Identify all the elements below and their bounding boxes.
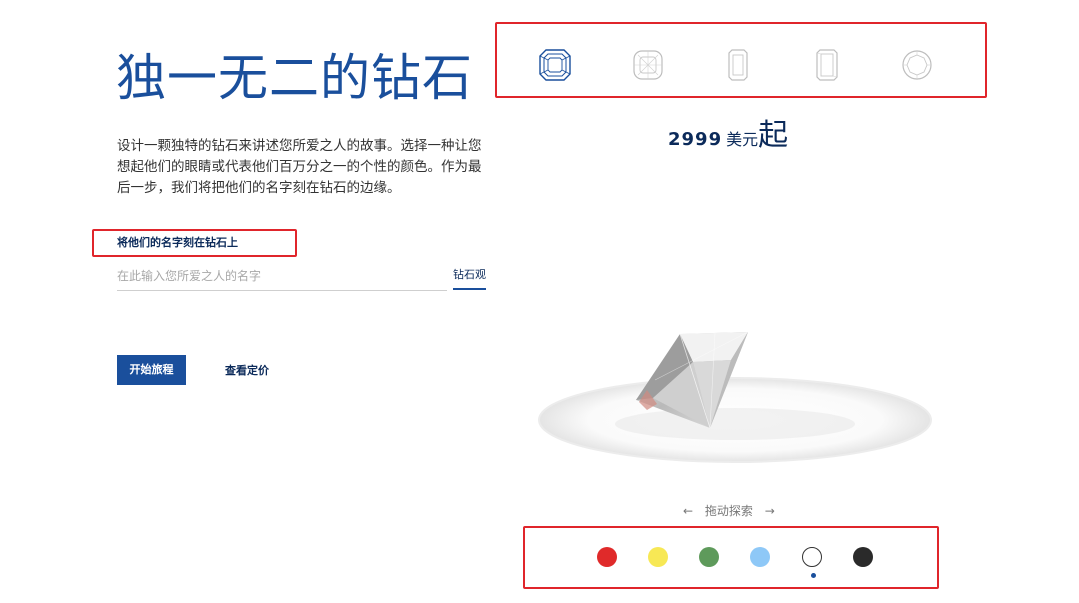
color-swatch-green[interactable] [699,547,719,567]
page-title: 独一无二的钻石 [116,49,473,107]
asscher-cut-icon[interactable] [538,48,572,82]
round-cut-icon[interactable] [900,48,934,82]
radiant-cut-icon[interactable] [810,48,844,82]
drag-hint-text: 拖动探索 [704,504,753,518]
diamond-viewer[interactable] [535,320,935,470]
cushion-cut-icon[interactable] [631,48,665,82]
price-suffix: 起 [758,118,789,153]
arrow-left-icon: ← [683,504,694,518]
emerald-cut-icon[interactable] [721,48,755,82]
color-swatch-white[interactable] [802,547,822,567]
description-text: 设计一颗独特的钻石来讲述您所爱之人的故事。选择一种让您想起他们的眼睛或代表他们百… [117,138,482,196]
color-swatch-red[interactable] [597,547,617,567]
shape-selector [495,22,987,98]
selected-indicator [811,573,816,578]
price-currency: 美元 [726,130,759,149]
drag-hint: ← 拖动探索 → [683,502,775,519]
view-pricing-link[interactable]: 查看定价 [225,362,269,378]
start-journey-button[interactable]: 开始旅程 [117,355,186,385]
engrave-label: 将他们的名字刻在钻石上 [117,236,238,249]
name-input[interactable] [117,262,447,291]
arrow-right-icon: → [764,504,775,518]
color-swatch-yellow[interactable] [648,547,668,567]
diamond-preview-button[interactable]: 钻石观 [453,262,486,290]
color-swatch-black[interactable] [853,547,873,567]
price-amount: 2999 [668,129,723,150]
color-swatch-light-blue[interactable] [750,547,770,567]
starting-price: 2999 美元起 [668,110,788,154]
color-selector [523,526,939,589]
